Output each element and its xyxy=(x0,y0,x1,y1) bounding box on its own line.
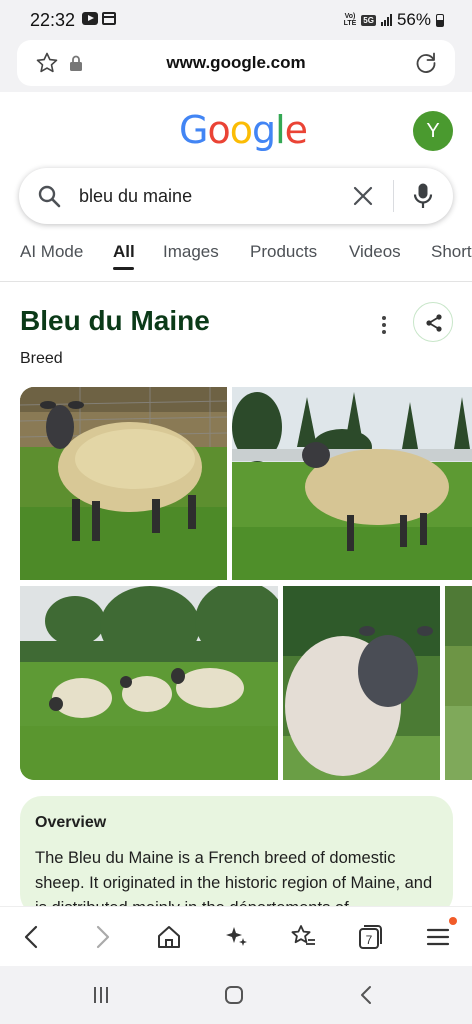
system-navigation-bar xyxy=(0,966,472,1024)
knowledge-panel-title[interactable]: Bleu du Maine xyxy=(20,305,210,337)
search-input[interactable]: bleu du maine xyxy=(79,168,339,224)
volte-icon: Vo) LTE xyxy=(343,13,357,27)
home-icon[interactable] xyxy=(155,923,183,951)
forward-icon[interactable] xyxy=(88,923,116,951)
calendar-notification-icon xyxy=(102,12,116,25)
share-button[interactable] xyxy=(413,302,453,342)
tab-products[interactable]: Products xyxy=(250,242,317,262)
bookmarks-icon[interactable] xyxy=(289,923,317,951)
sheep-image-1[interactable] xyxy=(20,387,227,580)
home-button-icon[interactable] xyxy=(223,984,245,1006)
knowledge-panel-subtitle: Breed xyxy=(20,350,63,367)
tab-videos[interactable]: Videos xyxy=(349,242,401,262)
status-time: 22:32 xyxy=(30,10,76,30)
search-box[interactable]: bleu du maine xyxy=(19,168,453,224)
google-logo-letter: l xyxy=(275,108,286,152)
account-avatar[interactable]: Y xyxy=(413,111,453,151)
google-logo-letter: e xyxy=(284,108,308,152)
tab-ai-mode[interactable]: AI Mode xyxy=(20,242,83,262)
tab-short[interactable]: Short xyxy=(431,242,472,262)
microphone-icon[interactable] xyxy=(412,182,434,210)
share-icon xyxy=(426,314,442,332)
battery-percent: 56% xyxy=(396,10,431,29)
battery-icon xyxy=(436,13,444,27)
google-logo[interactable]: Google xyxy=(179,108,308,152)
network-type: 5G xyxy=(361,14,376,26)
ai-sparkle-icon[interactable] xyxy=(222,923,250,951)
youtube-notification-icon xyxy=(82,12,98,25)
tab-all[interactable]: All xyxy=(113,242,135,262)
google-logo-letter: g xyxy=(251,108,276,152)
back-icon[interactable] xyxy=(18,923,46,951)
tab-images[interactable]: Images xyxy=(163,242,219,262)
sheep-image-3[interactable] xyxy=(20,586,278,780)
browser-toolbar: 7 xyxy=(0,906,472,966)
url-text[interactable]: www.google.com xyxy=(17,53,455,73)
sheep-image-2[interactable] xyxy=(232,387,472,580)
status-right: Vo) LTE 5G 56% xyxy=(344,10,444,30)
more-options-icon[interactable] xyxy=(376,314,392,336)
menu-icon[interactable] xyxy=(424,923,452,951)
search-tabs: AI Mode All Images Products Videos Short xyxy=(0,236,472,282)
refresh-icon[interactable] xyxy=(413,50,439,76)
address-bar-area: www.google.com xyxy=(0,40,472,92)
browser-page: 22:32 Vo) LTE 5G 56% www.google.com Goog… xyxy=(0,0,472,1024)
google-logo-letter: o xyxy=(207,108,230,152)
sheep-image-4[interactable] xyxy=(283,586,440,780)
tab-count: 7 xyxy=(366,933,373,947)
menu-notification-dot xyxy=(449,917,457,925)
search-icon xyxy=(38,185,61,208)
system-back-icon[interactable] xyxy=(356,984,378,1006)
status-bar: 22:32 Vo) LTE 5G 56% xyxy=(0,0,472,40)
tabs-icon: 7 xyxy=(359,925,382,949)
google-logo-letter: G xyxy=(179,108,208,152)
tabs-button[interactable]: 7 xyxy=(356,923,384,951)
signal-icon xyxy=(380,14,392,26)
overview-heading: Overview xyxy=(35,814,107,831)
search-divider xyxy=(393,180,394,212)
active-tab-indicator xyxy=(113,267,134,270)
google-logo-letter: o xyxy=(229,108,253,152)
clear-icon[interactable] xyxy=(352,185,374,207)
overview-card: Overview The Bleu du Maine is a French b… xyxy=(20,796,453,916)
recent-apps-icon[interactable] xyxy=(90,984,112,1006)
notification-icons xyxy=(82,12,116,25)
sheep-image-5[interactable] xyxy=(445,586,472,780)
address-bar[interactable]: www.google.com xyxy=(17,40,455,86)
